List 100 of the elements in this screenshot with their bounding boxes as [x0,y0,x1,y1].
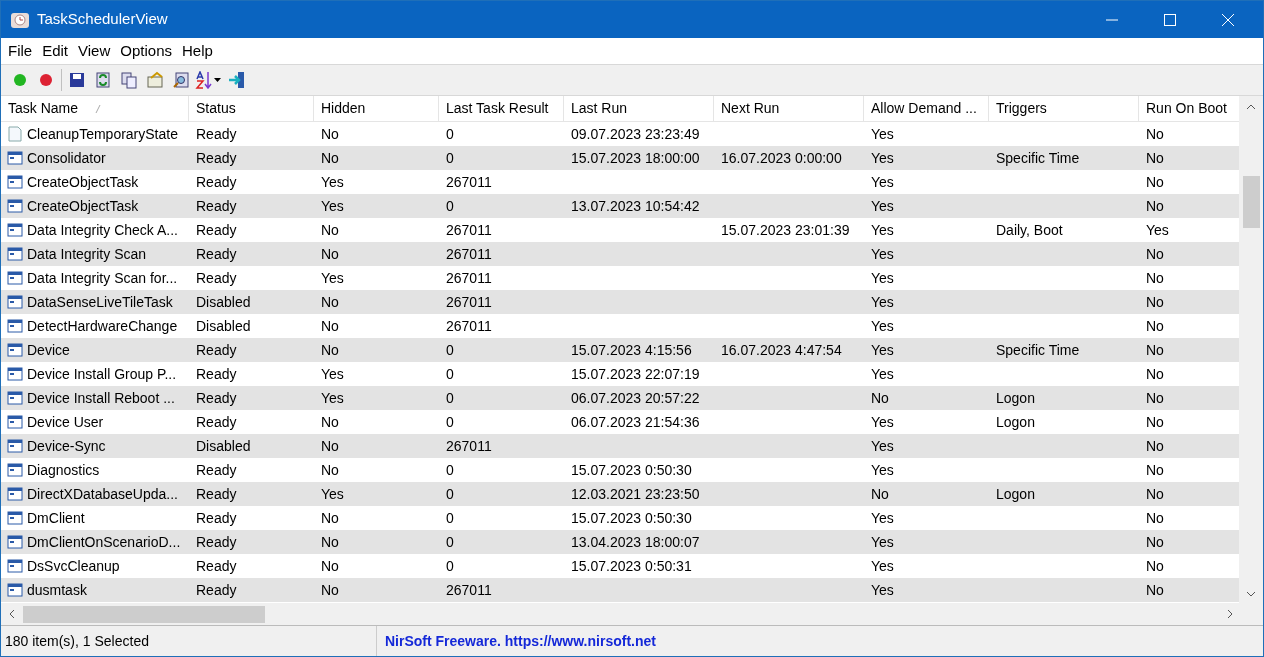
column-header[interactable]: Task Name [1,96,189,121]
window-icon [7,318,23,334]
table-cell-text: 267011 [446,244,492,264]
table-cell-text: Yes [321,172,344,192]
table-cell-text: No [1146,244,1164,264]
scroll-thumb[interactable] [23,605,265,623]
window-icon [7,342,23,358]
menu-item[interactable]: Edit [37,39,74,63]
table-cell-text: 0 [446,388,454,408]
table-cell-text: No [1146,196,1164,216]
scroll-thumb[interactable] [1242,176,1260,228]
table-cell-text: 0 [446,484,454,504]
column-header[interactable]: Triggers [989,96,1139,121]
window-icon [7,486,23,502]
column-header[interactable]: Last Task Result [439,96,564,121]
table-cell-text: Yes [871,364,894,384]
table-cell-text: CreateObjectTask [27,172,139,192]
scroll-right-icon [1227,609,1233,619]
menu-item[interactable]: File [3,39,38,63]
table-cell-text: No [1146,340,1164,360]
table-cell-text: 15.07.2023 23:01:39 [721,220,850,240]
column-header[interactable]: Status [189,96,314,121]
table-cell-text: No [321,556,339,576]
table-cell-text: Device-Sync [27,436,106,456]
table-cell-text: Diagnostics [27,460,100,480]
window-icon [7,150,23,166]
table-cell-text: 06.07.2023 20:57:22 [571,388,700,408]
table-cell-text: DataSenseLiveTileTask [27,292,173,312]
table-cell-text: 0 [446,508,454,528]
table-cell-text: No [321,124,339,144]
table-cell-text: No [1146,484,1164,504]
table-cell-text: No [1146,292,1164,312]
table-cell-text: Yes [321,364,344,384]
table-cell-text: Yes [871,292,894,312]
menu-item[interactable]: Help [177,39,218,63]
table-cell-text: dusmtask [27,580,87,600]
table-cell-text: Disabled [196,292,251,312]
table-cell-text: Yes [871,244,894,264]
window-icon [7,582,23,598]
table-cell-text: 15.07.2023 0:50:30 [571,460,692,480]
table-cell-text: 09.07.2023 23:23:49 [571,124,700,144]
window-icon [7,174,23,190]
table-cell-text: No [1146,460,1164,480]
table-cell-text: Yes [871,148,894,168]
column-header[interactable]: Allow Demand ... [864,96,989,121]
window-icon [7,390,23,406]
vertical-scrollbar[interactable] [1239,96,1263,603]
table-cell-text: No [321,244,339,264]
table-cell-text: Ready [196,460,237,480]
table-cell-text: Disabled [196,316,251,336]
column-header[interactable]: Last Run [564,96,714,121]
window-icon [7,462,23,478]
close-icon [1222,13,1234,26]
table-cell-text: Yes [871,340,894,360]
table-cell-text: Device [27,340,70,360]
horizontal-scrollbar[interactable] [1,603,1263,625]
table-cell-text: Device Install Group P... [27,364,177,384]
table-cell-text: DsSvcCleanup [27,556,120,576]
table-cell-text: 267011 [446,292,492,312]
column-header[interactable]: Next Run [714,96,864,121]
website-link[interactable]: NirSoft Freeware. https://www.nirsoft.net [385,630,656,652]
table-cell-text: No [321,316,339,336]
column-header[interactable]: Hidden [314,96,439,121]
table-cell-text: 15.07.2023 4:15:56 [571,340,692,360]
table-cell-text: Ready [196,196,237,216]
menu-item[interactable]: Options [115,39,177,63]
table-cell-text: CleanupTemporaryState [27,124,178,144]
table-cell-text: No [1146,436,1164,456]
table-cell-text: 16.07.2023 4:47:54 [721,340,842,360]
maximize-icon [1164,13,1176,26]
table-cell-text: CreateObjectTask [27,196,139,216]
table-cell-text: No [871,484,889,504]
table-cell-text: Ready [196,268,237,288]
window-icon [7,414,23,430]
table-cell-text: Specific Time [996,340,1080,360]
table-cell-text: Ready [196,484,237,504]
table-cell-text: No [321,148,339,168]
table-cell-text: No [321,220,339,240]
table-cell-text: Ready [196,556,237,576]
table-cell-text: No [321,340,339,360]
table-cell-text: 15.07.2023 0:50:30 [571,508,692,528]
table-cell-text: Yes [871,532,894,552]
table-cell-text: Yes [871,508,894,528]
table-cell-text: 0 [446,412,454,432]
table-cell-text: Data Integrity Check A... [27,220,178,240]
table-cell-text: 267011 [446,316,492,336]
window-icon [7,198,23,214]
table-cell-text: Ready [196,172,237,192]
table-cell-text: 0 [446,460,454,480]
menu-item[interactable]: View [73,39,116,63]
table-cell-text: No [321,412,339,432]
table-cell-text: 15.07.2023 22:07:19 [571,364,700,384]
table-cell-text: 0 [446,364,454,384]
table-cell-text: 12.03.2021 23:23:50 [571,484,700,504]
window-icon [7,438,23,454]
table-cell-text: Yes [871,412,894,432]
table-cell-text: Yes [871,196,894,216]
table-cell-text: Ready [196,388,237,408]
table-cell-text: 0 [446,148,454,168]
table-cell-text: Yes [871,556,894,576]
